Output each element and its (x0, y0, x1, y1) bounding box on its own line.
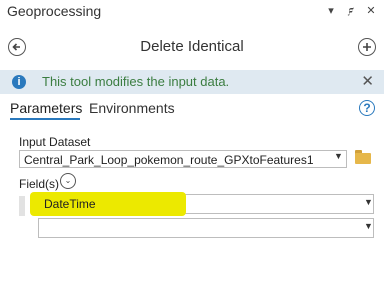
input-dataset-select[interactable]: Central_Park_Loop_pokemon_route_GPXtoFea… (19, 150, 347, 168)
chevron-down-icon[interactable]: ▼ (364, 197, 373, 207)
field-select-1-value: DateTime (44, 197, 96, 211)
close-banner-icon[interactable]: ✕ (361, 72, 374, 90)
tab-environments[interactable]: Environments (89, 100, 175, 116)
options-menu-icon[interactable]: ▾ (324, 4, 338, 17)
tool-title: Delete Identical (140, 38, 244, 55)
input-dataset-label: Input Dataset (19, 135, 91, 149)
info-message: This tool modifies the input data. (42, 74, 230, 89)
panel-title: Geoprocessing (7, 3, 102, 19)
plus-icon (363, 43, 371, 51)
fields-label: Field(s) (19, 177, 60, 191)
add-button[interactable] (358, 38, 376, 56)
info-icon: i (12, 75, 26, 89)
pin-icon[interactable]: 𝟋 (344, 4, 358, 17)
row-drag-handle[interactable] (19, 196, 25, 216)
chevron-down-icon[interactable]: ▼ (364, 221, 373, 231)
folder-icon[interactable] (355, 153, 371, 164)
panel-controls: ▾ 𝟋 ✕ (324, 4, 378, 17)
close-icon[interactable]: ✕ (364, 4, 378, 17)
active-tab-indicator (10, 118, 80, 120)
collapse-toggle-icon[interactable]: ⌄ (60, 173, 76, 189)
help-icon[interactable]: ? (359, 100, 375, 116)
tab-parameters[interactable]: Parameters (10, 100, 82, 116)
chevron-down-icon[interactable]: ▼ (334, 151, 343, 161)
field-select-2[interactable] (38, 218, 374, 238)
